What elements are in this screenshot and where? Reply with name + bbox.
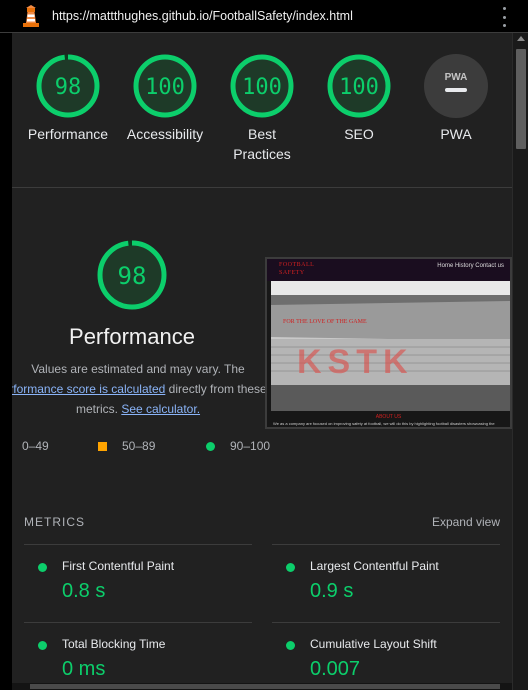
metric-name: First Contentful Paint (62, 559, 175, 573)
score-value: 100 (242, 75, 282, 100)
performance-title: Performance (69, 324, 195, 349)
screenshot-about-heading: ABOUT US (375, 414, 402, 420)
see-calculator-link[interactable]: See calculator. (121, 402, 200, 416)
metric-value: 0 ms (62, 658, 106, 680)
performance-score-gauge: 98 (97, 240, 167, 310)
gauge-performance[interactable]: 98 Performance (20, 53, 116, 144)
pass-circle-icon (38, 641, 47, 650)
metric-value: 0.007 (310, 658, 361, 680)
lighthouse-report: 98 Performance 100 Accessibility 100 Bes… (12, 33, 512, 690)
horizontal-scrollbar-thumb[interactable] (30, 684, 500, 689)
screenshot-logo: FOOTBALL SAFETY (279, 261, 314, 277)
gauge-label: Best Practices (214, 124, 310, 164)
expand-view-toggle[interactable]: Expand view (432, 515, 500, 529)
metric-value: 0.9 s (310, 580, 354, 602)
score-calculation-link[interactable]: rformance score is calculated (12, 382, 165, 396)
metrics-header: METRICS (24, 515, 85, 529)
score-ring: 100 (327, 54, 391, 118)
gauge-best-practices[interactable]: 100 Best Practices (214, 53, 310, 164)
scrollbar-thumb[interactable] (516, 49, 526, 149)
gauge-label: Accessibility (126, 126, 204, 142)
metric-name: Cumulative Layout Shift (310, 637, 437, 651)
pwa-badge-text: PWA (445, 72, 468, 83)
metric-cls: Cumulative Layout Shift 0.007 (272, 622, 500, 690)
pass-circle-icon (286, 641, 295, 650)
stand-mosaic: KSTK (297, 343, 414, 381)
description-text: metrics. (75, 402, 122, 416)
metric-tbt: Total Blocking Time 0 ms (24, 622, 252, 690)
pwa-icon: PWA (424, 54, 488, 118)
gauge-label: PWA (440, 126, 472, 142)
stadium-image: FOR THE LOVE OF THE GAME KSTK (271, 281, 510, 411)
final-screenshot[interactable]: FOOTBALL SAFETY Home History Contact us … (265, 257, 512, 429)
legend-average: 50–89 (122, 439, 156, 453)
gauge-label-line1: Best (247, 126, 276, 142)
score-ring: 100 (133, 54, 197, 118)
divider (12, 187, 512, 188)
score-ring: 100 (230, 54, 294, 118)
pass-circle-icon (286, 563, 295, 572)
score-value: 100 (145, 75, 185, 100)
gauge-label: Performance (27, 126, 109, 142)
score-value: 98 (55, 75, 82, 100)
screenshot-nav: Home History Contact us (437, 263, 504, 269)
vertical-scrollbar[interactable] (512, 33, 528, 690)
screenshot-logo-line2: SAFETY (279, 270, 305, 276)
pass-circle-icon (206, 442, 215, 451)
lighthouse-icon (23, 5, 39, 27)
score-value: 98 (118, 262, 147, 290)
score-ring: 98 (36, 54, 100, 118)
gauge-accessibility[interactable]: 100 Accessibility (117, 53, 213, 144)
pass-circle-icon (38, 563, 47, 572)
more-vert-icon[interactable] (499, 7, 509, 27)
description-text: Values are estimated and may vary. The (31, 362, 245, 376)
screenshot-body-text: We as a company are focused on improving… (273, 421, 495, 426)
metric-fcp: First Contentful Paint 0.8 s (24, 544, 252, 622)
screenshot-logo-line1: FOOTBALL (279, 262, 315, 268)
metric-value: 0.8 s (62, 580, 106, 602)
scroll-up-arrow-icon[interactable] (517, 36, 525, 41)
gauge-pwa[interactable]: PWA PWA (408, 53, 504, 144)
gauge-seo[interactable]: 100 SEO (311, 53, 407, 144)
page-url[interactable]: https://mattthughes.github.io/FootballSa… (52, 9, 353, 23)
gauge-label: SEO (344, 126, 374, 142)
metric-lcp: Largest Contentful Paint 0.9 s (272, 544, 500, 622)
browser-top-bar: https://mattthughes.github.io/FootballSa… (0, 0, 528, 33)
average-square-icon (98, 442, 107, 451)
legend-pass: 90–100 (230, 439, 271, 453)
score-value: 100 (339, 75, 379, 100)
screenshot-header: FOOTBALL SAFETY Home History Contact us (267, 259, 510, 281)
screenshot-tagline: FOR THE LOVE OF THE GAME (283, 319, 367, 325)
metric-name: Largest Contentful Paint (310, 559, 439, 573)
legend-fail: 0–49 (22, 439, 49, 453)
metric-name: Total Blocking Time (62, 637, 166, 651)
horizontal-scrollbar[interactable] (12, 683, 512, 690)
description-text: directly from these (165, 382, 267, 396)
gauge-label-line2: Practices (233, 146, 291, 162)
performance-description: Values are estimated and may vary. The r… (12, 359, 268, 419)
